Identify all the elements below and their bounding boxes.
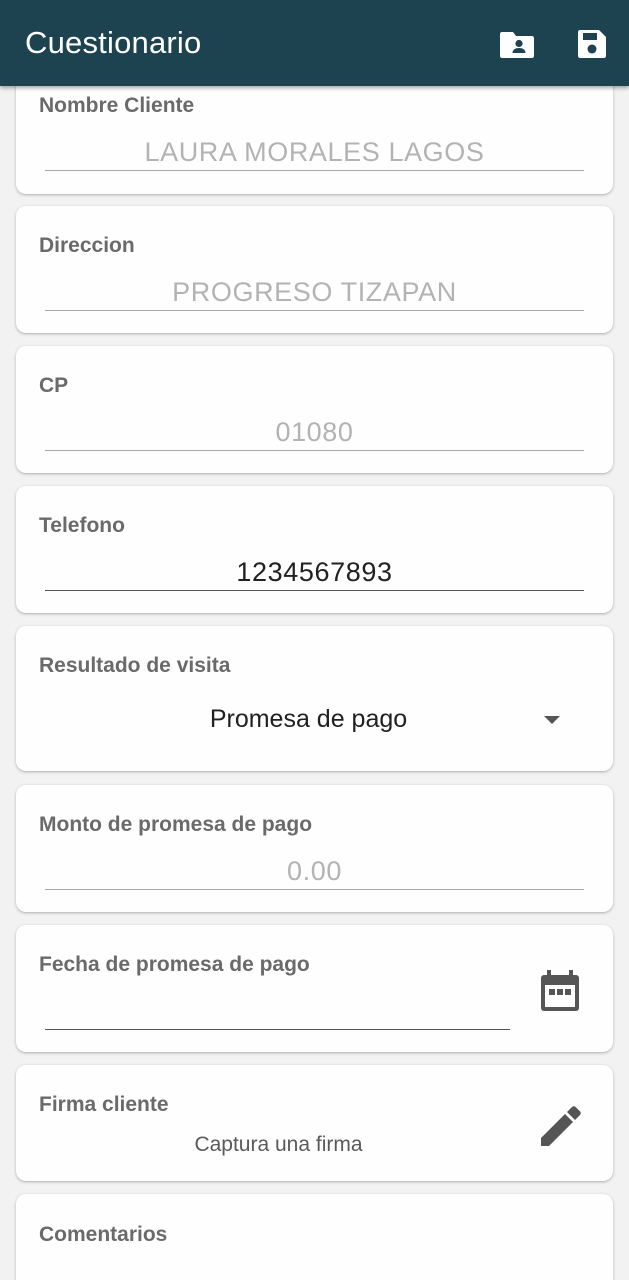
cp-card: CP 01080 xyxy=(16,346,613,473)
contact-folder-button[interactable] xyxy=(497,24,537,64)
page-title: Cuestionario xyxy=(25,25,202,60)
resultado-visita-value: Promesa de pago xyxy=(209,705,408,733)
telefono-input[interactable]: 1234567893 xyxy=(45,556,584,591)
resultado-visita-label: Resultado de visita xyxy=(39,654,231,677)
telefono-label: Telefono xyxy=(39,514,125,537)
firma-cliente-label: Firma cliente xyxy=(39,1093,169,1116)
calendar-button[interactable] xyxy=(535,966,585,1016)
pencil-icon xyxy=(541,1106,581,1146)
nombre-cliente-field: LAURA MORALES LAGOS xyxy=(45,136,584,171)
sign-button[interactable] xyxy=(536,1103,584,1151)
fecha-promesa-card: Fecha de promesa de pago xyxy=(16,925,613,1052)
cp-field: 01080 xyxy=(45,416,584,451)
direccion-field: PROGRESO TIZAPAN xyxy=(45,276,584,311)
monto-promesa-card: Monto de promesa de pago 0.00 xyxy=(16,785,613,912)
fecha-promesa-input[interactable] xyxy=(45,995,510,1030)
resultado-visita-select[interactable]: Promesa de pago xyxy=(46,696,586,746)
form-scroll[interactable]: Nombre Cliente LAURA MORALES LAGOS Direc… xyxy=(0,86,629,1280)
dropdown-arrow-icon xyxy=(544,716,560,724)
calendar-icon xyxy=(541,970,579,1011)
save-icon xyxy=(578,30,606,58)
firma-hint[interactable]: Captura una firma xyxy=(16,1133,541,1157)
monto-promesa-label: Monto de promesa de pago xyxy=(39,813,313,836)
contact-folder-icon xyxy=(500,32,534,58)
monto-promesa-input[interactable]: 0.00 xyxy=(45,855,584,890)
save-button[interactable] xyxy=(572,24,612,64)
firma-cliente-card: Firma cliente Captura una firma xyxy=(16,1065,613,1181)
nombre-cliente-label: Nombre Cliente xyxy=(39,94,195,117)
direccion-card: Direccion PROGRESO TIZAPAN xyxy=(16,206,613,333)
fecha-promesa-label: Fecha de promesa de pago xyxy=(39,953,310,976)
comentarios-label: Comentarios xyxy=(39,1223,168,1246)
direccion-label: Direccion xyxy=(39,234,135,257)
app-bar: Cuestionario xyxy=(0,0,629,86)
resultado-visita-card: Resultado de visita Promesa de pago xyxy=(16,626,613,771)
nombre-cliente-card: Nombre Cliente LAURA MORALES LAGOS xyxy=(16,86,613,194)
comentarios-card: Comentarios xyxy=(16,1194,613,1280)
cp-label: CP xyxy=(39,374,69,397)
telefono-card: Telefono 1234567893 xyxy=(16,486,613,613)
